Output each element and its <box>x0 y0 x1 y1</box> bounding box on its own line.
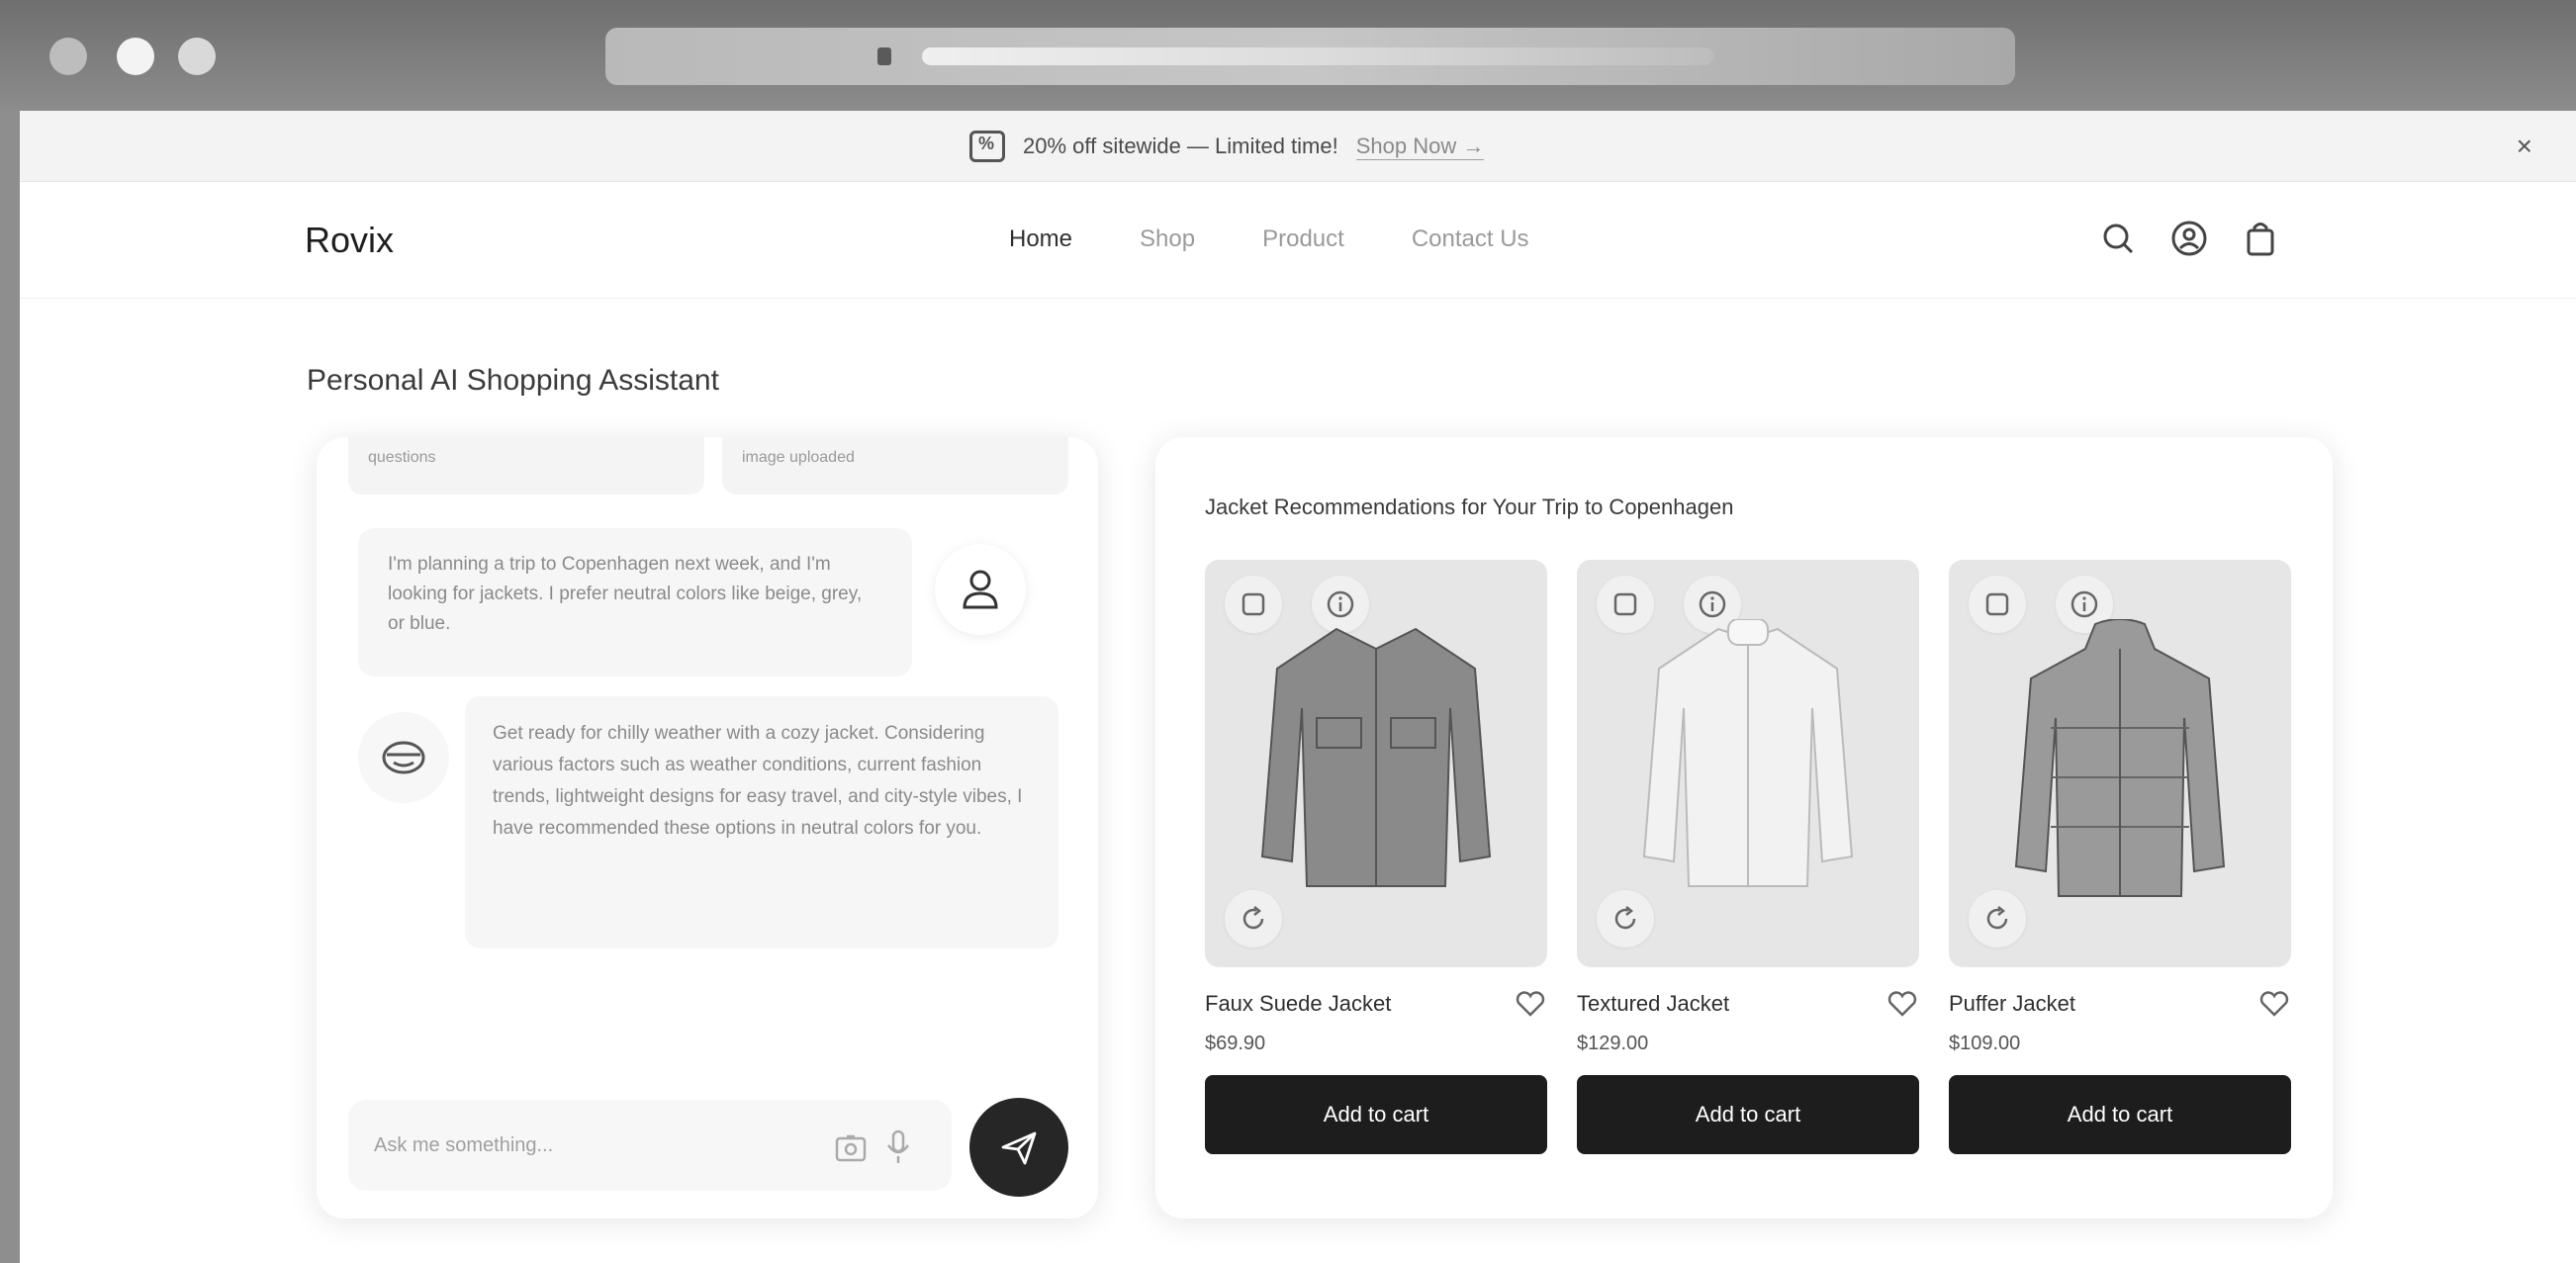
user-message: I'm planning a trip to Copenhagen next w… <box>358 528 912 677</box>
assistant-avatar <box>358 712 449 803</box>
window-maximize-dot[interactable] <box>178 38 216 75</box>
browser-chrome <box>0 0 2576 111</box>
jacket-image <box>1260 627 1492 887</box>
product-name[interactable]: Faux Suede Jacket <box>1205 991 1391 1017</box>
refresh-icon[interactable] <box>1969 890 2026 947</box>
heart-icon[interactable] <box>1886 987 1919 1021</box>
nav-link-contact[interactable]: Contact Us <box>1412 226 1529 253</box>
heart-icon[interactable] <box>2257 987 2291 1021</box>
window-close-dot[interactable] <box>49 38 87 75</box>
assistant-message: Get ready for chilly weather with a cozy… <box>465 696 1058 948</box>
product-price: $109.00 <box>1949 1033 2021 1054</box>
product-name[interactable]: Puffer Jacket <box>1949 991 2075 1017</box>
product-image[interactable] <box>1949 560 2291 967</box>
nav-icons <box>2097 218 2281 259</box>
product-image[interactable] <box>1577 560 1919 967</box>
promo-close-icon[interactable]: × <box>2517 131 2532 162</box>
brand-logo[interactable]: Rovix <box>305 220 394 261</box>
discount-tag-icon <box>969 131 1005 162</box>
chat-chip[interactable]: image uploaded <box>722 437 1068 495</box>
nav-links: Home Shop Product Contact Us <box>1009 226 1529 253</box>
recommendations-panel: Jacket Recommendations for Your Trip to … <box>1155 437 2333 1218</box>
microphone-icon[interactable] <box>880 1129 916 1165</box>
lock-icon <box>877 47 891 65</box>
add-to-cart-button[interactable]: Add to cart <box>1577 1075 1919 1154</box>
promo-shop-now-link[interactable]: Shop Now → <box>1355 134 1485 160</box>
promo-bar: 20% off sitewide — Limited time! Shop No… <box>20 111 2576 182</box>
top-navigation: Rovix Home Shop Product Contact Us <box>20 182 2576 299</box>
product-card: Faux Suede Jacket $69.90 Add to cart <box>1205 560 1547 1154</box>
image-upload-icon[interactable] <box>833 1129 869 1165</box>
product-name[interactable]: Textured Jacket <box>1577 991 1729 1017</box>
address-bar[interactable] <box>605 28 2015 85</box>
product-price: $129.00 <box>1577 1033 1649 1054</box>
nav-link-product[interactable]: Product <box>1262 226 1344 253</box>
jacket-image <box>1642 619 1854 887</box>
product-card: Textured Jacket $129.00 Add to cart <box>1577 560 1919 1154</box>
user-icon <box>963 570 998 609</box>
product-list: Faux Suede Jacket $69.90 Add to cart Tex… <box>1205 560 2291 1154</box>
send-icon <box>1001 1131 1037 1165</box>
assistant-bot-icon <box>382 741 425 774</box>
add-to-cart-button[interactable]: Add to cart <box>1205 1075 1547 1154</box>
heart-icon[interactable] <box>1514 987 1547 1021</box>
user-avatar <box>935 544 1026 635</box>
web-page: 20% off sitewide — Limited time! Shop No… <box>20 111 2576 1263</box>
window-minimize-dot[interactable] <box>117 38 154 75</box>
product-image[interactable] <box>1205 560 1547 967</box>
account-icon[interactable] <box>2168 218 2210 259</box>
chat-chip[interactable]: questions <box>348 437 704 495</box>
chat-panel: questions image uploaded I'm planning a … <box>317 437 1098 1218</box>
nav-link-shop[interactable]: Shop <box>1140 226 1195 253</box>
promo-text: 20% off sitewide — Limited time! <box>1023 134 1338 158</box>
refresh-icon[interactable] <box>1225 890 1282 947</box>
page-title: Personal AI Shopping Assistant <box>307 364 719 397</box>
send-button[interactable] <box>969 1098 1068 1197</box>
refresh-icon[interactable] <box>1597 890 1654 947</box>
recommendations-title: Jacket Recommendations for Your Trip to … <box>1205 495 1734 519</box>
search-icon[interactable] <box>2097 218 2139 259</box>
product-card: Puffer Jacket $109.00 Add to cart <box>1949 560 2291 1154</box>
product-price: $69.90 <box>1205 1033 1266 1054</box>
add-to-cart-button[interactable]: Add to cart <box>1949 1075 2291 1154</box>
shopping-bag-icon[interactable] <box>2240 218 2281 259</box>
nav-link-home[interactable]: Home <box>1009 226 1072 253</box>
jacket-image <box>2014 619 2226 897</box>
address-bar-text <box>922 47 1713 65</box>
